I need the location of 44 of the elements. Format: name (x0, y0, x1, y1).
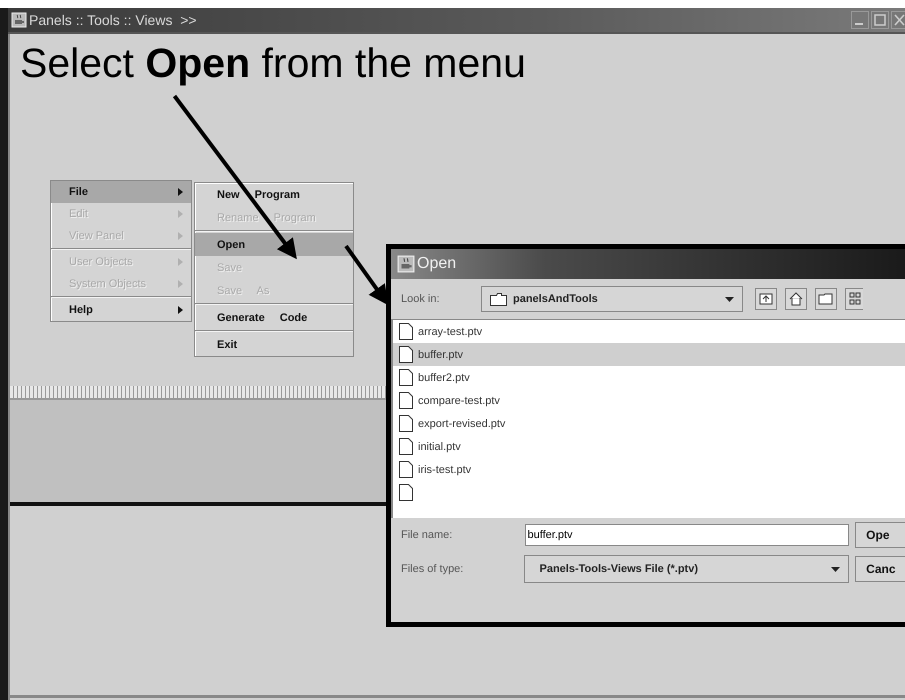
list-entry[interactable]: compare-test.ptv (393, 389, 905, 412)
menu-item[interactable]: Exit (195, 333, 353, 356)
file-type-label: Files of type: (401, 563, 464, 575)
coffee-cup-icon (397, 255, 415, 273)
minimize-icon[interactable] (851, 11, 869, 29)
menu-item[interactable]: Help (51, 299, 191, 321)
file-icon (399, 392, 413, 409)
file-icon (399, 415, 413, 432)
menu-item[interactable]: Generate Code (195, 306, 353, 329)
file-icon (399, 438, 413, 455)
menu-item[interactable]: Open (195, 233, 353, 256)
list-entry[interactable]: initial.ptv (393, 435, 905, 458)
file-icon (399, 461, 413, 478)
file-icon (399, 484, 413, 501)
window-title: Panels :: Tools :: Views >> (29, 12, 198, 28)
menu-item[interactable]: New Program (195, 183, 353, 206)
file-name-label: File name: (401, 529, 454, 541)
home-icon[interactable] (785, 288, 807, 310)
dialog-title: Open (417, 255, 456, 273)
cancel-button[interactable]: Canc (855, 556, 905, 582)
menu-item[interactable]: File (51, 181, 191, 203)
list-entry[interactable]: iris-test.ptv (393, 458, 905, 481)
dropdown-arrow-icon (725, 296, 734, 302)
file-type-dropdown[interactable]: Panels-Tools-Views File (*.ptv) (524, 555, 850, 583)
close-icon[interactable] (891, 11, 905, 29)
dropdown-arrow-icon (831, 566, 840, 572)
list-entry[interactable]: array-test.ptv (393, 320, 905, 343)
open-button[interactable]: Ope (855, 522, 905, 548)
coffee-cup-icon (11, 12, 27, 28)
list-entry[interactable]: buffer2.ptv (393, 366, 905, 389)
up-folder-icon[interactable] (755, 288, 777, 310)
instruction-text: Select Open from the menu (19, 39, 527, 88)
folder-icon (490, 292, 507, 306)
look-in-dropdown[interactable]: panelsAndTools (481, 286, 743, 312)
look-in-label: Look in: (401, 293, 441, 305)
list-entry[interactable]: export-revised.ptv (393, 412, 905, 435)
list-view-icon[interactable] (845, 288, 863, 310)
maximize-icon[interactable] (871, 11, 889, 29)
file-name-field[interactable]: buffer.ptv (524, 524, 850, 546)
list-entry[interactable]: buffer.ptv (393, 343, 905, 366)
file-icon (399, 369, 413, 386)
file-icon (399, 346, 413, 363)
file-icon (399, 323, 413, 340)
new-folder-icon[interactable] (815, 288, 837, 310)
